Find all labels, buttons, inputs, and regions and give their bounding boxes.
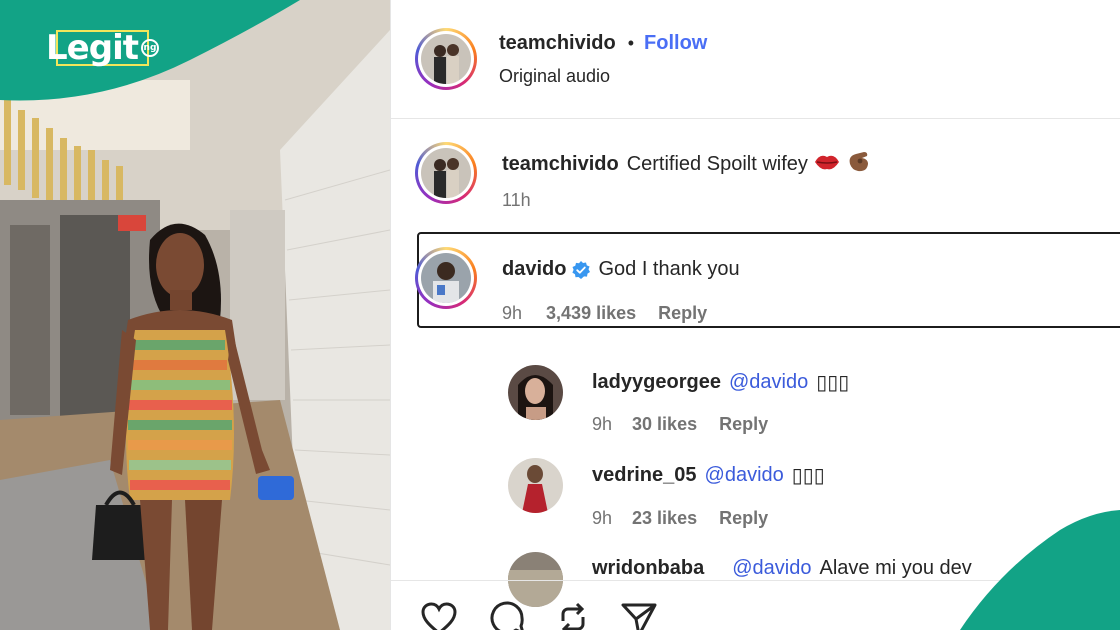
comment-username[interactable]: wridonbaba (592, 557, 704, 580)
reply-button[interactable]: Reply (658, 303, 707, 323)
repost-icon[interactable] (553, 599, 593, 630)
commenter-avatar-davido[interactable] (415, 247, 477, 309)
post-author-username[interactable]: teamchivido (499, 32, 616, 55)
comment-icon[interactable] (487, 599, 527, 630)
comment-meta-vedrine: 9h 23 likes Reply (592, 508, 768, 529)
brand-corner-shape (960, 510, 1120, 630)
follow-button[interactable]: Follow (644, 32, 707, 55)
comment-mention[interactable]: @davido (705, 464, 784, 487)
comment-row-davido: davido God I thank you (502, 258, 740, 281)
logo-text: Legit (46, 28, 139, 68)
comment-username[interactable]: davido (502, 258, 566, 281)
caption-meta: 11h (502, 190, 531, 211)
comment-meta-ladyygeorgee: 9h 30 likes Reply (592, 414, 768, 435)
comment-text: ▯▯▯ (791, 465, 825, 487)
comment-row-ladyygeorgee: ladyygeorgee @davido ▯▯▯ (592, 370, 849, 395)
comment-row-wridonbaba: wridonbaba @davido Alave mi you dev (592, 557, 972, 580)
comment-username[interactable]: vedrine_05 (592, 464, 697, 487)
comment-likes[interactable]: 23 likes (632, 508, 697, 528)
verified-badge-icon (572, 260, 591, 279)
comment-username[interactable]: ladyygeorgee (592, 371, 721, 394)
davido-photo-icon (421, 253, 471, 303)
legit-logo[interactable]: Legit ng (46, 28, 159, 68)
comment-mention[interactable]: @davido (729, 371, 808, 394)
comment-time: 9h (502, 303, 523, 323)
couple-photo-icon (421, 34, 471, 84)
lips-emoji (814, 152, 840, 177)
caption-row: teamchivido Certified Spoilt wifey (502, 150, 872, 179)
post-header: teamchivido • Follow (499, 32, 707, 55)
comment-text: ▯▯▯ (816, 372, 850, 394)
caption-author-avatar[interactable] (415, 142, 477, 204)
comment-mention[interactable]: @davido (732, 557, 811, 580)
comment-time: 9h (592, 414, 613, 434)
comment-row-vedrine: vedrine_05 @davido ▯▯▯ (592, 463, 825, 488)
header-separator: • (627, 33, 635, 53)
share-icon[interactable] (619, 599, 659, 630)
commenter-avatar-vedrine[interactable] (508, 458, 563, 513)
comment-likes[interactable]: 3,439 likes (546, 303, 636, 323)
couple-photo-icon (421, 148, 471, 198)
comment-meta-davido: 9h 3,439 likes Reply (502, 303, 707, 324)
commenter-avatar-ladyygeorgee[interactable] (508, 365, 563, 420)
reply-button[interactable]: Reply (719, 508, 768, 528)
audio-row[interactable]: Original audio (499, 66, 610, 87)
pinching-hand-emoji (846, 150, 872, 179)
header-divider (391, 118, 1120, 119)
caption-username[interactable]: teamchivido (502, 153, 619, 176)
caption-time: 11h (502, 190, 531, 210)
post-author-avatar[interactable] (415, 28, 477, 90)
comment-likes[interactable]: 30 likes (632, 414, 697, 434)
caption-text: Certified Spoilt wifey (626, 153, 808, 175)
comment-text: God I thank you (598, 258, 740, 280)
audio-label[interactable]: Original audio (499, 66, 610, 87)
comment-text: Alave mi you dev (819, 557, 972, 579)
reply-button[interactable]: Reply (719, 414, 768, 434)
logo-badge: ng (140, 39, 159, 57)
heart-icon[interactable] (419, 599, 459, 630)
user-photo-icon (508, 458, 563, 513)
user-photo-icon (508, 365, 563, 420)
comment-time: 9h (592, 508, 613, 528)
